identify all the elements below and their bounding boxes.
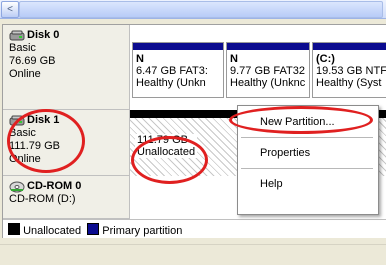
cdrom-0-drive: CD-ROM (D:) bbox=[9, 193, 76, 205]
primary-partition-bar bbox=[133, 43, 223, 50]
volume-label: N bbox=[136, 53, 144, 65]
volume-size: 9.77 GB FAT32 bbox=[230, 65, 306, 77]
unallocated-label: 111.79 GB Unallocated bbox=[135, 134, 198, 158]
disk-0-status: Online bbox=[9, 68, 41, 80]
volume-size: 19.53 GB NTF bbox=[316, 65, 386, 77]
volume-0-2[interactable]: (C:) 19.53 GB NTF Healthy (Syst bbox=[312, 42, 386, 98]
disk-1-header[interactable]: Disk 1 Basic 111.79 GB Online bbox=[3, 110, 130, 176]
cdrom-0-header[interactable]: CD-ROM 0 CD-ROM (D:) bbox=[3, 176, 130, 219]
disk-1-status: Online bbox=[9, 153, 41, 165]
volume-status: Healthy (Unknc bbox=[230, 77, 306, 89]
menu-item-help[interactable]: Help bbox=[238, 174, 378, 194]
volume-0-1[interactable]: N 9.77 GB FAT32 Healthy (Unknc bbox=[226, 42, 310, 98]
status-strip bbox=[0, 244, 386, 265]
unallocated-size: 111.79 GB bbox=[137, 134, 188, 146]
disk-icon bbox=[9, 30, 25, 40]
menu-item-new-partition[interactable]: New Partition... bbox=[238, 112, 378, 132]
context-menu: New Partition... Properties Help bbox=[237, 105, 379, 215]
menu-item-properties[interactable]: Properties bbox=[238, 143, 378, 163]
volume-status: Healthy (Unkn bbox=[136, 77, 206, 89]
cdrom-icon bbox=[9, 181, 25, 192]
disk-0-name: Disk 0 bbox=[27, 29, 60, 41]
disk-0-header[interactable]: Disk 0 Basic 76.69 GB Online bbox=[3, 25, 130, 110]
disk-0-type: Basic bbox=[9, 42, 36, 54]
cdrom-0-title: CD-ROM 0 bbox=[9, 180, 123, 193]
primary-partition-bar bbox=[313, 43, 386, 50]
menu-separator bbox=[241, 137, 373, 138]
legend: Unallocated Primary partition bbox=[3, 219, 386, 238]
disk-0-title: Disk 0 bbox=[9, 29, 123, 42]
scroll-thumb[interactable] bbox=[19, 1, 383, 18]
volume-status: Healthy (Syst bbox=[316, 77, 382, 89]
volume-0-0[interactable]: N 6.47 GB FAT3: Healthy (Unkn bbox=[132, 42, 224, 98]
volume-size: 6.47 GB FAT3: bbox=[136, 65, 208, 77]
scroll-left-button[interactable]: < bbox=[1, 1, 19, 18]
disk-1-title: Disk 1 bbox=[9, 114, 123, 127]
volume-label: N bbox=[230, 53, 238, 65]
disk-icon bbox=[9, 115, 25, 125]
disk-1-name: Disk 1 bbox=[27, 114, 60, 126]
horizontal-scrollbar[interactable]: < bbox=[0, 0, 386, 19]
legend-primary: Primary partition bbox=[102, 225, 183, 237]
primary-swatch bbox=[87, 223, 100, 235]
disk-1-type: Basic bbox=[9, 127, 36, 139]
unallocated-swatch bbox=[8, 223, 20, 235]
menu-separator bbox=[241, 168, 373, 169]
primary-partition-bar bbox=[227, 43, 309, 50]
volume-label: (C:) bbox=[316, 53, 335, 65]
disk-0-size: 76.69 GB bbox=[9, 55, 56, 67]
unallocated-text: Unallocated bbox=[137, 146, 196, 158]
legend-unallocated: Unallocated bbox=[23, 225, 82, 237]
disk-1-size: 111.79 GB bbox=[9, 140, 60, 152]
cdrom-0-name: CD-ROM 0 bbox=[27, 180, 82, 192]
